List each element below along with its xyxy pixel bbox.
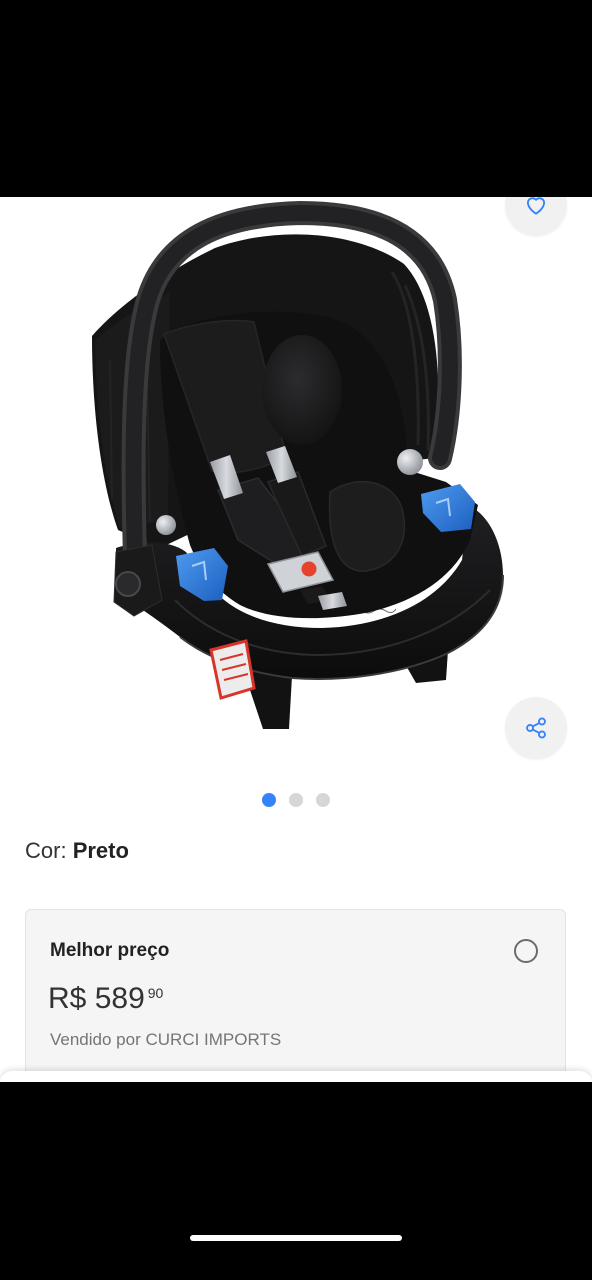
color-variant: Cor: Preto: [25, 838, 129, 864]
top-black-bar: [0, 0, 592, 197]
offer-title: Melhor preço: [50, 940, 170, 961]
share-button[interactable]: [505, 697, 567, 759]
offer-radio-button[interactable]: [514, 939, 538, 963]
carousel-dot[interactable]: [289, 793, 303, 807]
product-image-gallery[interactable]: [0, 197, 592, 757]
color-label: Cor:: [25, 838, 67, 863]
price-main: R$ 589: [48, 982, 145, 1016]
bottom-black-bar: [0, 1082, 592, 1280]
home-indicator[interactable]: [190, 1235, 402, 1241]
carousel-dot-active[interactable]: [262, 793, 276, 807]
offer-price: R$ 589 90: [48, 982, 163, 1016]
price-cents: 90: [147, 985, 164, 1001]
carousel-dot[interactable]: [316, 793, 330, 807]
seller-name: CURCI IMPORTS: [145, 1030, 282, 1049]
price-whole: 589: [94, 982, 145, 1015]
infant-car-seat-image: [92, 200, 504, 729]
seller-info: Vendido por CURCI IMPORTS: [50, 1030, 281, 1050]
color-value: Preto: [72, 838, 129, 863]
seller-label: Vendido por: [50, 1030, 141, 1049]
carousel-dots: [0, 793, 592, 807]
price-currency: R$: [48, 982, 87, 1015]
warning-label: [209, 639, 256, 700]
share-icon: [526, 717, 546, 739]
